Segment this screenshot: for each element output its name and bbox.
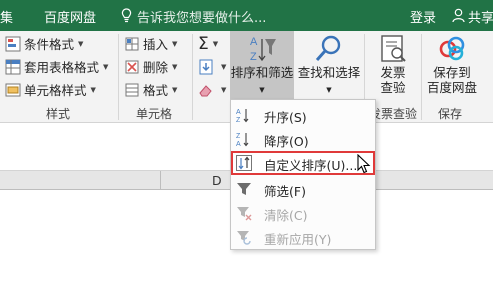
dropdown-arrow-icon: ▼ [212, 39, 219, 48]
dropdown-arrow-icon: ▼ [221, 85, 227, 94]
fill-down-icon [199, 59, 213, 74]
tab-partial[interactable]: 集 [0, 7, 13, 26]
sort-descending-icon: Z A [236, 133, 249, 147]
dropdown-arrow-icon: ▼ [103, 62, 109, 71]
format-label: 格式 [143, 83, 169, 98]
sort-filter-menu: A Z 升序(S) Z A 降序(O) 自定义排序(U)... 筛选(F) 清除… [230, 99, 376, 250]
menu-item-label: 重新应用(Y) [264, 232, 332, 247]
mouse-cursor-icon [357, 154, 371, 174]
invoice-check-button[interactable]: 发票 查验 [370, 33, 416, 95]
styles-group-label: 样式 [46, 107, 71, 121]
svg-text:A: A [250, 36, 258, 48]
custom-sort-icon [236, 155, 252, 171]
fill-button[interactable]: ▼ [198, 56, 226, 77]
clear-filter-icon [237, 207, 252, 221]
svg-text:Z: Z [236, 117, 241, 123]
invoice-check-icon [381, 35, 406, 62]
dropdown-arrow-icon: ▼ [326, 86, 332, 94]
dropdown-arrow-icon: ▼ [259, 86, 265, 94]
menu-item-label: 自定义排序(U)... [264, 158, 358, 173]
lightbulb-icon [121, 8, 132, 23]
cell-style-label: 单元格样式 [24, 83, 87, 98]
tab-baidu-netdisk[interactable]: 百度网盘 [44, 7, 96, 26]
sort-filter-label: 排序和筛选 [230, 65, 294, 80]
format-cells-icon [125, 83, 139, 96]
sort-filter-button[interactable]: A Z 排序和筛选 ▼ [230, 33, 294, 98]
dropdown-arrow-icon: ▼ [78, 39, 84, 48]
delete-button[interactable]: 删除 ▼ [124, 56, 177, 77]
cells-group-label: 单元格 [136, 107, 173, 121]
table-format-label: 套用表格格式 [24, 60, 100, 75]
conditional-format-icon [5, 36, 21, 51]
insert-cells-icon [125, 37, 139, 50]
dropdown-arrow-icon: ▼ [172, 62, 178, 71]
cell-style-icon [5, 83, 21, 96]
cell-style-button[interactable]: 单元格样式 ▼ [5, 79, 96, 100]
delete-cells-icon [125, 60, 139, 73]
invoice-label-line2: 查验 [380, 80, 406, 95]
sort-filter-icon: A Z [250, 36, 276, 63]
clear-button[interactable]: ▼ [198, 79, 226, 100]
menu-item-label: 升序(S) [264, 110, 307, 125]
menu-item-clear-filter[interactable]: 清除(C) [231, 201, 375, 225]
group-separator [192, 34, 193, 120]
find-select-label: 查找和选择 [297, 65, 361, 80]
column-divider [160, 171, 161, 190]
save-label-line1: 保存到 [433, 65, 471, 80]
svg-text:Z: Z [236, 133, 241, 140]
reapply-filter-icon [237, 231, 251, 245]
menu-item-label: 筛选(F) [264, 184, 306, 199]
delete-label: 删除 [143, 60, 169, 75]
format-button[interactable]: 格式 ▼ [124, 79, 177, 100]
menu-item-reapply[interactable]: 重新应用(Y) [231, 225, 375, 249]
dropdown-arrow-icon: ▼ [172, 39, 178, 48]
autosum-button[interactable]: Σ ▼ [198, 33, 218, 54]
dropdown-arrow-icon: ▼ [221, 62, 227, 71]
menu-item-filter[interactable]: 筛选(F) [231, 177, 375, 201]
conditional-format-label: 条件格式 [24, 37, 75, 52]
dropdown-arrow-icon: ▼ [90, 85, 96, 94]
login-link[interactable]: 登录 [410, 7, 436, 26]
column-header-d[interactable]: D [212, 173, 222, 188]
insert-label: 插入 [143, 37, 169, 52]
invoice-group-label: 发票查验 [369, 107, 418, 121]
find-select-button[interactable]: 查找和选择 ▼ [297, 33, 361, 98]
baidu-netdisk-icon [439, 36, 465, 61]
magnifier-icon [315, 35, 341, 61]
menu-item-sort-ascending[interactable]: A Z 升序(S) [231, 103, 375, 127]
menu-item-label: 清除(C) [264, 208, 308, 223]
autosum-icon: Σ [198, 33, 209, 54]
conditional-format-button[interactable]: 条件格式 ▼ [5, 33, 83, 54]
group-separator [421, 34, 422, 120]
eraser-icon [199, 84, 212, 96]
group-separator [118, 34, 119, 120]
share-button[interactable]: 共享 [468, 7, 493, 26]
filter-icon [237, 183, 251, 195]
insert-button[interactable]: 插入 ▼ [124, 33, 177, 54]
menu-item-sort-descending[interactable]: Z A 降序(O) [231, 127, 375, 151]
user-icon [452, 8, 465, 23]
svg-text:A: A [236, 141, 241, 147]
dropdown-arrow-icon: ▼ [172, 85, 178, 94]
svg-text:Z: Z [250, 51, 257, 63]
tell-me-search[interactable]: 告诉我您想要做什么... [137, 7, 266, 26]
sort-ascending-icon: A Z [236, 109, 249, 123]
save-group-label: 保存 [438, 107, 463, 121]
invoice-label-line1: 发票 [380, 65, 406, 80]
menu-item-custom-sort[interactable]: 自定义排序(U)... [231, 151, 375, 175]
table-format-icon [5, 59, 21, 74]
table-format-button[interactable]: 套用表格格式 ▼ [5, 56, 108, 77]
save-to-baidu-button[interactable]: 保存到 百度网盘 [424, 33, 480, 95]
svg-text:A: A [236, 109, 241, 116]
ribbon-tab-bar: 集 百度网盘 告诉我您想要做什么... 登录 共享 [0, 0, 493, 31]
menu-item-label: 降序(O) [264, 134, 309, 149]
save-label-line2: 百度网盘 [426, 80, 477, 95]
